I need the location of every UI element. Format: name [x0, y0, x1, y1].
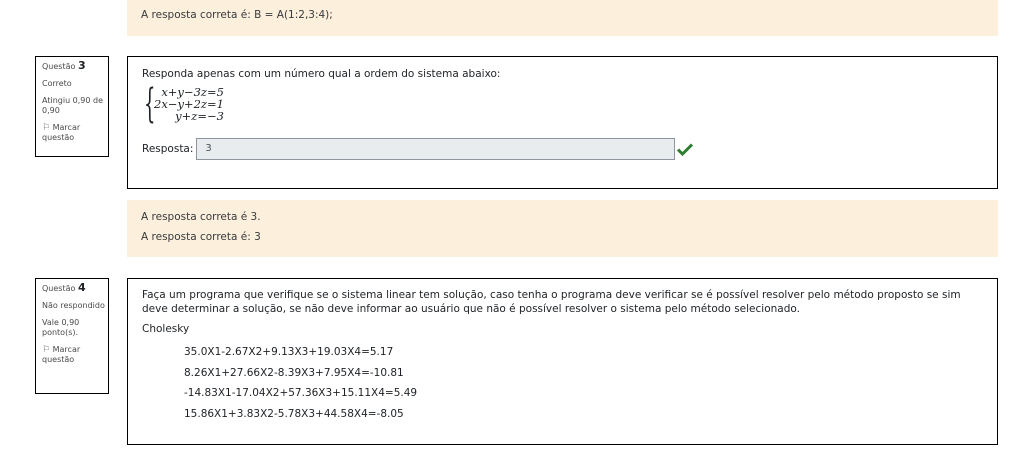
question-3-info: Questão 3 Correto Atingiu 0,90 de 0,90 ⚐…: [35, 56, 109, 157]
linear-system: 35.0X1-2.67X2+9.13X3+19.03X4=5.17 8.26X1…: [184, 342, 983, 424]
answer-label: Resposta:: [142, 143, 194, 155]
question-4-grade: Vale 0,90 ponto(s).: [42, 318, 80, 337]
check-icon: [677, 143, 694, 156]
answer-input[interactable]: 3: [196, 138, 676, 160]
question-3-number: Questão 3: [42, 59, 86, 72]
question-3-status: Correto: [42, 79, 72, 88]
question-4-flag-button[interactable]: ⚐ Marcar questão: [42, 345, 108, 365]
equation-row: 35.0X1-2.67X2+9.13X3+19.03X4=5.17: [184, 346, 394, 358]
question-3-feedback: A resposta correta é 3. A resposta corre…: [127, 200, 998, 257]
previous-correct-answer: A resposta correta é: B = A(1:2,3:4);: [141, 9, 333, 21]
equation-system: { x+y−3z=5 2x−y+2z=1 y+z=−3: [144, 84, 983, 124]
previous-feedback: A resposta correta é: B = A(1:2,3:4);: [127, 0, 998, 36]
correct-answer-text: A resposta correta é: 3: [141, 231, 261, 243]
question-4-content: Faça um programa que verifique se o sist…: [127, 278, 998, 445]
question-3-grade: Atingiu 0,90 de 0,90: [42, 96, 104, 115]
question-3-content: Responda apenas com um número qual a ord…: [127, 56, 998, 189]
question-3-text: Responda apenas com um número qual a ord…: [142, 68, 501, 80]
question-4-text: Faça um programa que verifique se o sist…: [142, 289, 961, 315]
equation-row: 8.26X1+27.66X2-8.39X3+7.95X4=-10.81: [184, 366, 404, 379]
left-brace: {: [144, 81, 156, 127]
flag-icon: ⚐: [42, 123, 51, 133]
answer-row: Resposta: 3: [142, 138, 983, 160]
equation-row: y+z=−3: [175, 109, 224, 123]
equation-row: 15.86X1+3.83X2-5.78X3+44.58X4=-8.05: [184, 407, 404, 420]
question-4-status: Não respondido: [42, 301, 105, 310]
equation-list: x+y−3z=5 2x−y+2z=1 y+z=−3: [154, 86, 224, 122]
question-4-number: Questão 4: [42, 281, 86, 294]
question-4-info: Questão 4 Não respondido Vale 0,90 ponto…: [35, 278, 109, 394]
method-name: Cholesky: [142, 323, 190, 335]
correct-answer-text: A resposta correta é 3.: [141, 211, 261, 223]
equation-row: -14.83X1-17.04X2+57.36X3+15.11X4=5.49: [184, 387, 418, 399]
question-3-flag-button[interactable]: ⚐ Marcar questão: [42, 123, 108, 143]
flag-icon: ⚐: [42, 345, 51, 355]
